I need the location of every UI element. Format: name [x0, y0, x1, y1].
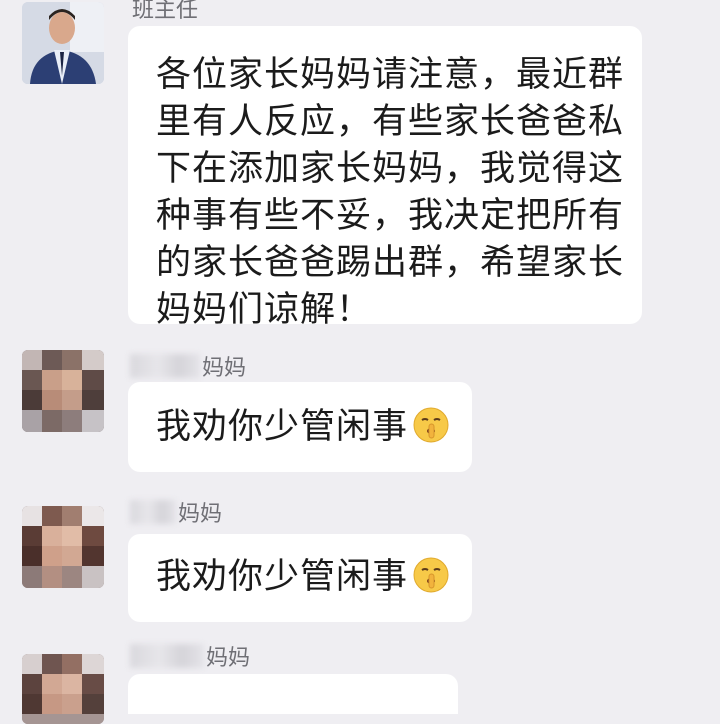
message-text: 我劝你少管闲事 [156, 557, 409, 597]
message-bubble[interactable]: 各位家长妈妈请注意，最近群 里有人反应，有些家长爸爸私 下在添加家长妈妈，我觉得… [128, 26, 642, 330]
pixelated-avatar-image [22, 654, 104, 724]
pixelated-avatar-image [22, 350, 104, 432]
message-text: 我劝你少管闲事 [156, 407, 409, 447]
teacher-avatar-image [22, 2, 104, 84]
message-line: 下在添加家长妈妈，我觉得这 [156, 149, 625, 189]
chat-window: 班主任 各位家长妈妈请注意，最近群 里有人反应，有些家长爸爸私 下在添加家长妈妈… [0, 0, 720, 724]
sender-label: 妈妈 [206, 646, 251, 671]
blurred-name [130, 500, 176, 524]
message-bubble[interactable] [128, 674, 458, 714]
sender-label: 妈妈 [178, 502, 223, 527]
shushing-face-emoji [413, 557, 449, 593]
teacher-avatar[interactable] [22, 2, 104, 84]
blurred-avatar[interactable] [22, 350, 104, 432]
message-line: 里有人反应，有些家长爸爸私 [156, 102, 625, 142]
sender-name: 妈妈 [130, 640, 250, 672]
message-line: 各位家长妈妈请注意，最近群 [156, 55, 625, 95]
message-line: 种事有些不妥，我决定把所有 [156, 196, 625, 236]
shushing-face-emoji [413, 407, 449, 443]
pixelated-avatar-image [22, 506, 104, 588]
blurred-name [130, 644, 204, 668]
message-bubble[interactable]: 我劝你少管闲事 [128, 534, 472, 622]
sender-name: 妈妈 [130, 496, 222, 528]
sender-name: 妈妈 [130, 350, 246, 382]
blurred-name [130, 354, 200, 378]
message-line: 妈妈们谅解！ [156, 290, 373, 330]
sender-label: 妈妈 [202, 356, 247, 381]
sender-name: 班主任 [132, 0, 198, 24]
sender-label: 班主任 [132, 0, 199, 23]
blurred-avatar[interactable] [22, 506, 104, 588]
message-line: 的家长爸爸踢出群，希望家长 [156, 243, 625, 283]
message-bubble[interactable]: 我劝你少管闲事 [128, 382, 472, 472]
blurred-avatar[interactable] [22, 654, 104, 724]
